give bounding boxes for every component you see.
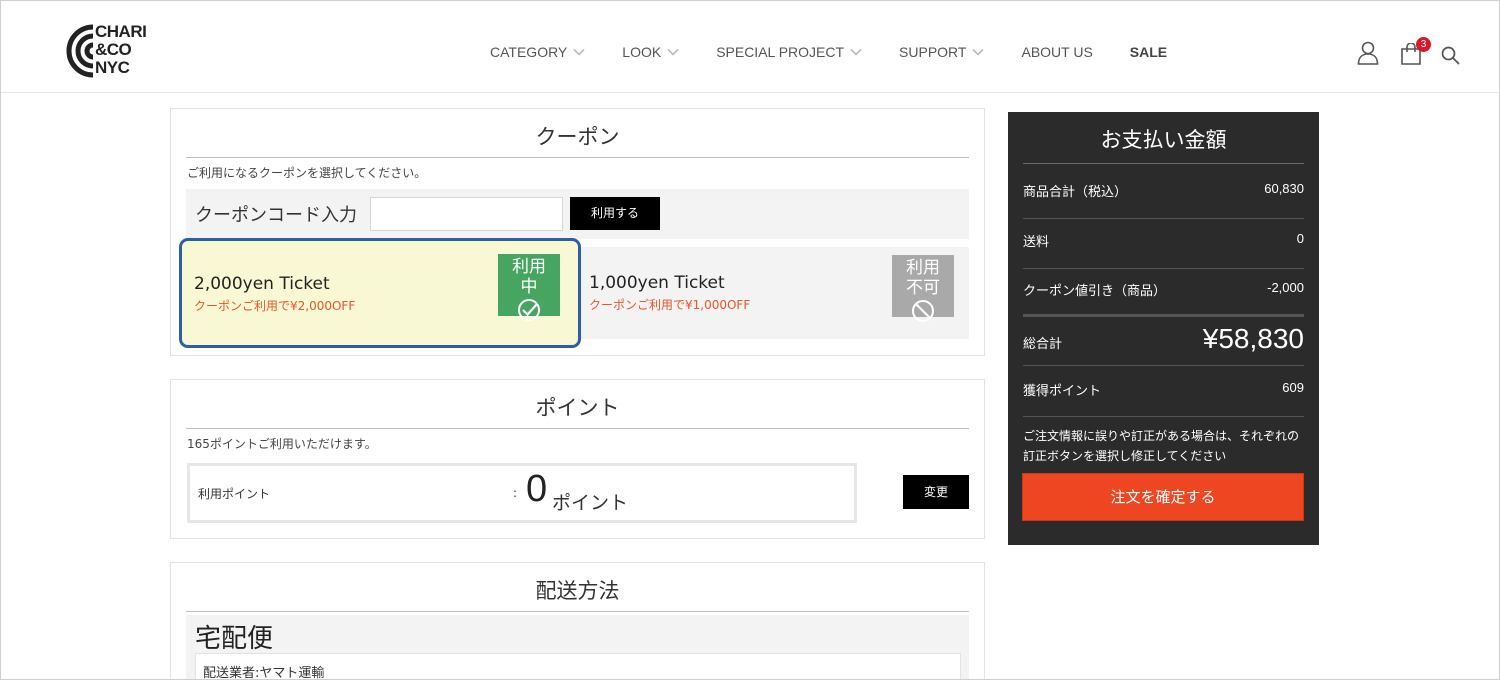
subtotal-label: 商品合計（税込） [1023,185,1128,200]
confirm-order-button[interactable]: 注文を確定する [1022,473,1304,521]
coupon-code-row: クーポンコード入力 利用する [186,189,969,239]
coupon-code-input[interactable] [370,197,563,231]
logo-text: CHARI &CO NYC [95,22,147,77]
logo-mark-icon [66,24,94,78]
ticket-name: 1,000yen Ticket [589,273,725,293]
total-value: ¥58,830 [1202,323,1304,354]
shipping-method-box: 宅配便 配送業者:ヤマト運輸 [186,615,969,680]
coupon-ticket-1000[interactable]: 1,000yen Ticket クーポンご利用で¥1,000OFF 利用 不可 [582,247,969,339]
apply-coupon-button[interactable]: 利用する [570,197,660,230]
chevron-down-icon [850,48,862,56]
coupon-discount-value: -2,000 [1267,280,1304,295]
logo-line-1: CHARI [95,22,147,41]
badge-line-2: 不可 [906,278,940,298]
points-colon: : [513,486,518,500]
points-title: ポイント [186,392,969,429]
nav-category-label: CATEGORY [490,44,568,60]
shipping-section: 配送方法 宅配便 配送業者:ヤマト運輸 [170,562,985,680]
change-points-button[interactable]: 変更 [903,475,969,509]
coupon-ticket-list: 2,000yen Ticket クーポンご利用で¥2,000OFF 利用 中 1… [179,238,969,348]
shipping-details: 配送業者:ヤマト運輸 [195,653,961,680]
nav-look[interactable]: LOOK [622,44,679,60]
summary-title: お支払い金額 [1023,124,1304,164]
in-use-badge: 利用 中 [498,254,560,321]
points-unit: ポイント [552,492,629,514]
coupon-code-label: クーポンコード入力 [195,205,357,226]
page: CHARI &CO NYC CATEGORY LOOK SPECIAL PROJ… [0,0,1500,680]
chevron-down-icon [972,48,985,56]
points-label: 利用ポイント [198,487,271,501]
nav-category[interactable]: CATEGORY [490,44,585,60]
logo-line-3: NYC [95,58,130,77]
brand-logo[interactable]: CHARI &CO NYC [63,23,173,83]
chevron-down-icon [573,48,585,56]
nav-sale-label: SALE [1129,44,1168,60]
coupon-discount-label: クーポン値引き（商品） [1023,284,1167,299]
check-circle-icon [518,299,540,321]
prohibited-icon [912,300,934,322]
summary-note: ご注文情報に誤りや訂正がある場合は、それぞれの訂正ボタンを選択し修正してください [1023,429,1300,463]
nav-about-us-label: ABOUT US [1021,44,1093,60]
badge-line-1: 利用 [512,257,546,277]
shipping-method: 宅配便 [195,624,274,654]
coupon-note: ご利用になるクーポンを選択してください。 [187,166,427,180]
nav-special-project-label: SPECIAL PROJECT [716,44,845,60]
earned-points-value: 609 [1282,380,1304,395]
nav-special-project[interactable]: SPECIAL PROJECT [716,44,862,60]
nav-about-us[interactable]: ABOUT US [1021,44,1092,60]
logo-line-2: &CO [95,40,132,59]
points-section: ポイント 165ポイントご利用いただけます。 利用ポイント : 0 ポイント 変… [170,379,985,539]
ticket-description: クーポンご利用で¥1,000OFF [589,298,751,312]
nav-support-label: SUPPORT [899,44,967,60]
coupon-title: クーポン [186,121,969,158]
shipping-title: 配送方法 [186,575,969,612]
cart-count-badge: 3 [1416,37,1431,52]
payment-summary: お支払い金額 商品合計（税込） 60,830 送料 0 クーポン値引き（商品） … [1008,112,1319,545]
site-header: CHARI &CO NYC CATEGORY LOOK SPECIAL PROJ… [1,1,1499,93]
shipping-fee-label: 送料 [1023,235,1050,250]
coupon-section: クーポン ご利用になるクーポンを選択してください。 クーポンコード入力 利用する… [170,108,985,356]
coupon-ticket-2000[interactable]: 2,000yen Ticket クーポンご利用で¥2,000OFF 利用 中 [179,238,581,348]
summary-shipping-row: 送料 0 [1023,219,1304,269]
summary-total-row: 総合計 ¥58,830 [1023,317,1304,366]
ticket-name: 2,000yen Ticket [194,274,330,294]
badge-line-1: 利用 [906,258,940,278]
earned-points-label: 獲得ポイント [1023,384,1102,399]
subtotal-value: 60,830 [1264,181,1304,196]
points-value: 0 [526,468,548,510]
chevron-down-icon [667,48,679,56]
shipping-carrier: 配送業者:ヤマト運輸 [203,666,325,680]
summary-coupon-row: クーポン値引き（商品） -2,000 [1023,269,1304,317]
summary-subtotal-row: 商品合計（税込） 60,830 [1023,169,1304,219]
nav-sale[interactable]: SALE [1130,44,1167,60]
points-note: 165ポイントご利用いただけます。 [187,437,377,451]
total-label: 総合計 [1023,337,1063,352]
nav-support[interactable]: SUPPORT [899,44,985,60]
ticket-description: クーポンご利用で¥2,000OFF [194,299,356,313]
main-nav: CATEGORY LOOK SPECIAL PROJECT SUPPORT AB… [490,44,1167,60]
search-icon[interactable] [1441,46,1460,65]
unavailable-badge: 利用 不可 [892,255,954,322]
user-icon[interactable] [1357,41,1379,65]
shipping-fee-value: 0 [1296,231,1304,246]
nav-look-label: LOOK [622,44,662,60]
points-usage-box: 利用ポイント : 0 ポイント [187,463,857,523]
summary-points-row: 獲得ポイント 609 [1023,366,1304,417]
badge-line-2: 中 [520,277,538,297]
